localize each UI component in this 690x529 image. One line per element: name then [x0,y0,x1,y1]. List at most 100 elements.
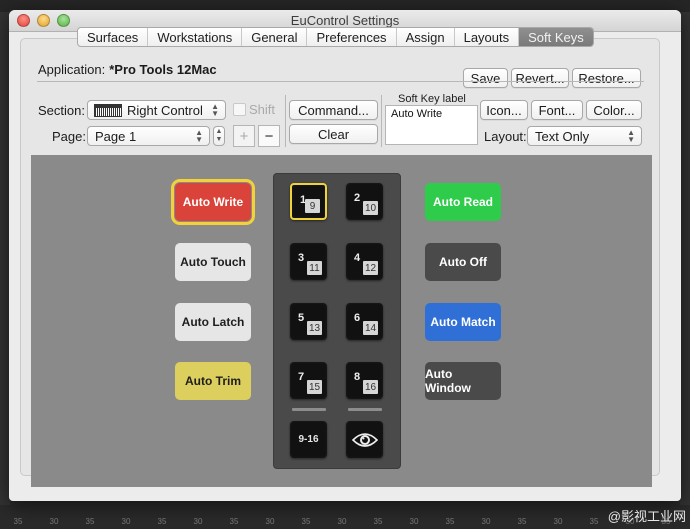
pad-6[interactable]: 6 14 [346,303,383,340]
minimize-window-button[interactable] [37,14,50,27]
revert-button[interactable]: Revert... [511,68,569,88]
pad-shift-number: 9 [305,199,320,213]
layout-value: Text Only [535,128,590,144]
pad-shift-number: 11 [307,261,322,275]
page-stepper[interactable]: ▲ ▼ [213,126,225,146]
soft-key-auto-touch[interactable]: Auto Touch [175,243,251,281]
meter-tick: 35 [229,517,239,526]
soft-key-auto-write[interactable]: Auto Write [171,179,255,225]
pad-4[interactable]: 4 12 [346,243,383,280]
soft-key-auto-window[interactable]: Auto Window [425,362,501,400]
pad-divider [292,408,326,411]
meter-tick: 35 [445,517,455,526]
meter-tick: 30 [49,517,59,526]
meter-tick: 35 [85,517,95,526]
eye-icon [346,421,383,458]
pad-8[interactable]: 8 16 [346,362,383,399]
eye-pad[interactable] [346,421,383,458]
pad-number: 8 [354,371,361,383]
tab-surfaces[interactable]: Surfaces [78,28,149,46]
pad-shift-number: 10 [363,201,378,215]
tab-workstations[interactable]: Workstations [148,28,243,46]
divider [37,81,644,82]
tab-layouts[interactable]: Layouts [455,28,520,46]
vertical-divider [285,95,286,147]
clear-button[interactable]: Clear [289,124,378,144]
soft-key-auto-match[interactable]: Auto Match [425,303,501,341]
pad-shift-number: 13 [307,321,322,335]
section-select[interactable]: Right Control ▲ ▼ [87,100,226,120]
zoom-window-button[interactable] [57,14,70,27]
soft-key-auto-read[interactable]: Auto Read [425,183,501,221]
meter-tick: 35 [517,517,527,526]
page-value: Page 1 [95,128,137,144]
page-label: Page: [52,129,86,144]
pad-number: 2 [354,192,361,204]
meter-tick: 35 [589,517,599,526]
meter-tick: 35 [13,517,23,526]
soft-key-label-input[interactable]: Auto Write [385,105,478,145]
tab-bar: Surfaces Workstations General Preferences As… [77,27,594,47]
pad-number: 7 [298,371,305,383]
soft-key-auto-off[interactable]: Auto Off [425,243,501,281]
layout-label: Layout: [484,129,527,144]
control-surface-icon [94,103,122,117]
tab-preferences[interactable]: Preferences [307,28,397,46]
save-button[interactable]: Save [463,68,508,88]
meter-tick: 35 [373,517,383,526]
soft-key-auto-latch[interactable]: Auto Latch [175,303,251,341]
pad-1[interactable]: 19 [290,183,327,220]
watermark: @影视工业网 [607,509,686,524]
soft-key-auto-trim[interactable]: Auto Trim [175,362,251,400]
pad-shift-number: 12 [363,261,378,275]
section-value: Right Control [127,102,203,118]
restore-button[interactable]: Restore... [572,68,641,88]
meter-tick: 30 [409,517,419,526]
vertical-divider [381,95,382,147]
add-page-button[interactable]: + [233,125,255,147]
meter-tick: 35 [157,517,167,526]
meter-tick: 30 [193,517,203,526]
window-controls [17,14,70,27]
application-row: Application: *Pro Tools 12Mac [38,62,217,77]
pad-3[interactable]: 3 11 [290,243,327,280]
meter-tick: 30 [481,517,491,526]
pad-7[interactable]: 7 15 [290,362,327,399]
tab-soft-keys[interactable]: Soft Keys [519,28,593,46]
meter-tick: 30 [265,517,275,526]
select-arrows-icon: ▲ ▼ [627,128,635,144]
pad-number: 5 [298,312,305,324]
page-select[interactable]: Page 1 ▲ ▼ [87,126,210,146]
pad-shift-number: 15 [307,380,322,394]
tab-assign[interactable]: Assign [397,28,455,46]
application-label: Application: [38,62,106,77]
color-button[interactable]: Color... [586,100,642,120]
pad-5[interactable]: 5 13 [290,303,327,340]
bank-9-16-pad[interactable]: 9-16 [290,421,327,458]
background-daw-right-strip [680,12,690,512]
select-arrows-icon: ▲ ▼ [195,128,203,144]
application-value: *Pro Tools 12Mac [109,62,217,77]
shift-checkbox[interactable] [233,103,246,116]
icon-button[interactable]: Icon... [480,100,528,120]
layout-select[interactable]: Text Only ▲ ▼ [527,126,642,146]
pad-shift-number: 16 [363,380,378,394]
pad-shift-number: 14 [363,321,378,335]
pad-number: 4 [354,252,361,264]
close-window-button[interactable] [17,14,30,27]
section-label: Section: [38,103,85,118]
pad-divider [348,408,382,411]
pad-number: 3 [298,252,305,264]
meter-tick: 35 [301,517,311,526]
background-meter-ticks: 35 30 35 30 35 30 35 30 35 30 35 30 35 30 35 30 35 30 35 [0,512,690,529]
tab-general[interactable]: General [242,28,308,46]
font-button[interactable]: Font... [531,100,583,120]
meter-tick: 30 [553,517,563,526]
soft-key-label-title: Soft Key label [398,93,466,105]
pad-2[interactable]: 2 10 [346,183,383,220]
remove-page-button[interactable]: − [258,125,280,147]
select-arrows-icon: ▲ ▼ [211,102,219,118]
command-button[interactable]: Command... [289,100,378,120]
shift-label: Shift [249,102,276,117]
bank-label: 9-16 [298,434,319,445]
